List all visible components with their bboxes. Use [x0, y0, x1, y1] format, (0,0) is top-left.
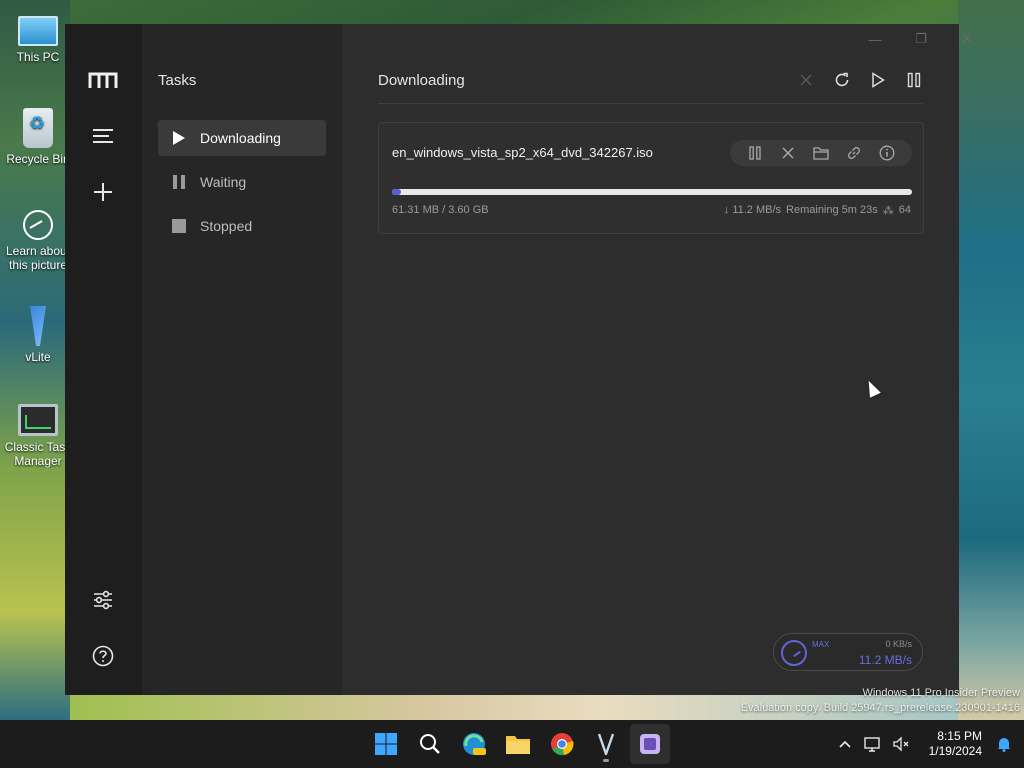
task-folder-icon[interactable]	[811, 143, 831, 163]
learn-picture-icon	[23, 210, 53, 240]
maximize-button[interactable]: ❐	[907, 28, 935, 50]
task-filename: en_windows_vista_sp2_x64_dvd_342267.iso	[392, 145, 653, 160]
network-icon[interactable]	[859, 730, 887, 758]
desktop-icon-classic-task-manager[interactable]: Classic Task Manager	[2, 404, 74, 468]
task-pause-icon[interactable]	[745, 143, 765, 163]
desktop-icon-label: vLite	[25, 350, 51, 364]
nav-item-waiting[interactable]: Waiting	[158, 164, 326, 200]
speedometer-icon	[781, 640, 807, 666]
task-link-icon[interactable]	[844, 143, 864, 163]
preferences-icon[interactable]	[85, 582, 121, 618]
search-icon[interactable]	[410, 724, 450, 764]
wallpaper-right	[958, 0, 1024, 720]
help-icon[interactable]	[85, 638, 121, 674]
close-button[interactable]: ✕	[953, 28, 981, 50]
motrix-window: Tasks Downloading Waiting Stopped — ❐ ✕ …	[65, 24, 972, 695]
play-icon	[170, 129, 188, 147]
menu-icon[interactable]	[85, 118, 121, 154]
nav-item-label: Stopped	[200, 218, 253, 234]
download-speed: ↓ 11.2 MB/s	[723, 204, 782, 216]
task-manager-icon	[18, 404, 58, 436]
connections-icon: ⁂	[882, 205, 894, 217]
windows-start-icon[interactable]	[366, 724, 406, 764]
pause-icon	[170, 173, 188, 191]
desktop-icon-label: Classic Task Manager	[4, 440, 72, 468]
desktop-icon-vlite[interactable]: vLite	[2, 306, 74, 364]
icon-rail	[65, 24, 142, 695]
task-delete-icon[interactable]	[778, 143, 798, 163]
running-indicator	[603, 759, 609, 762]
chevron-up-icon[interactable]	[831, 730, 859, 758]
system-tray: 8:15 PM 1/19/2024	[831, 720, 1024, 768]
divider	[378, 103, 923, 104]
task-stats: ↓ 11.2 MB/s Remaining 5m 23s ⁂ 64	[724, 204, 911, 217]
minimize-icon: —	[868, 31, 882, 47]
desktop-icon-label: Recycle Bin	[6, 152, 70, 166]
vlite-icon[interactable]	[586, 724, 626, 764]
desktop-icon-this-pc[interactable]: This PC	[2, 12, 74, 64]
tasks-panel: Tasks Downloading Waiting Stopped	[142, 24, 342, 695]
upload-speed: 0 KB/s	[885, 639, 912, 649]
desktop-icon-label: Learn about this picture	[5, 244, 71, 272]
nav-item-label: Downloading	[200, 130, 281, 146]
maximize-icon: ❐	[915, 31, 927, 46]
build-watermark: Windows 11 Pro Insider Preview Evaluatio…	[741, 686, 1020, 716]
task-actions	[730, 140, 912, 166]
desktop-icon-label: This PC	[16, 50, 60, 64]
resume-all-icon[interactable]	[867, 68, 889, 92]
task-size: 61.31 MB / 3.60 GB	[392, 204, 489, 216]
main-content: — ❐ ✕ Downloading en_windows_vista_sp2_x…	[342, 24, 972, 695]
clock-date: 1/19/2024	[928, 744, 982, 758]
motrix-taskbar-icon[interactable]	[630, 724, 670, 764]
remaining-time: Remaining 5m 23s	[786, 204, 878, 216]
page-title: Downloading	[378, 72, 465, 89]
nav-item-downloading[interactable]: Downloading	[158, 120, 326, 156]
clear-icon[interactable]	[795, 68, 817, 92]
recycle-bin-icon	[23, 108, 53, 148]
task-item[interactable]: en_windows_vista_sp2_x64_dvd_342267.iso	[378, 122, 924, 234]
refresh-icon[interactable]	[831, 68, 853, 92]
pause-all-icon[interactable]	[903, 68, 925, 92]
volume-muted-icon[interactable]	[887, 730, 915, 758]
edge-pre-icon[interactable]	[454, 724, 494, 764]
notification-bell-icon[interactable]	[990, 730, 1018, 758]
watermark-line-2: Evaluation copy. Build 25947.rs_prerelea…	[740, 702, 1020, 714]
close-icon: ✕	[961, 31, 973, 46]
vlite-icon	[30, 306, 46, 346]
tasks-panel-title: Tasks	[158, 72, 197, 89]
clock-time: 8:15 PM	[937, 729, 982, 743]
connections-count: 64	[898, 204, 911, 216]
clock[interactable]: 8:15 PM 1/19/2024	[929, 729, 982, 759]
watermark-line-1: Windows 11 Pro Insider Preview	[862, 687, 1020, 699]
file-explorer-icon[interactable]	[498, 724, 538, 764]
progress-bar	[392, 189, 912, 195]
taskbar: 8:15 PM 1/19/2024	[0, 720, 1024, 768]
monitor-icon	[18, 16, 58, 46]
taskbar-apps	[366, 724, 670, 764]
add-icon[interactable]	[85, 174, 121, 210]
toolbar	[795, 68, 925, 92]
progress-fill	[392, 189, 401, 195]
speedometer[interactable]: MAX 0 KB/s 11.2 MB/s	[773, 633, 923, 671]
chrome-icon[interactable]	[542, 724, 582, 764]
task-info-icon[interactable]	[877, 143, 897, 163]
desktop-icon-recycle-bin[interactable]: Recycle Bin	[2, 108, 74, 166]
stop-icon	[170, 217, 188, 235]
speed-limit-label: MAX	[812, 640, 830, 649]
desktop-icon-learn-about-picture[interactable]: Learn about this picture	[2, 210, 74, 272]
nav-item-stopped[interactable]: Stopped	[158, 208, 326, 244]
nav-item-label: Waiting	[200, 174, 247, 190]
motrix-logo-icon[interactable]	[85, 62, 121, 98]
download-speed-total: 11.2 MB/s	[858, 653, 912, 667]
minimize-button[interactable]: —	[861, 28, 889, 50]
